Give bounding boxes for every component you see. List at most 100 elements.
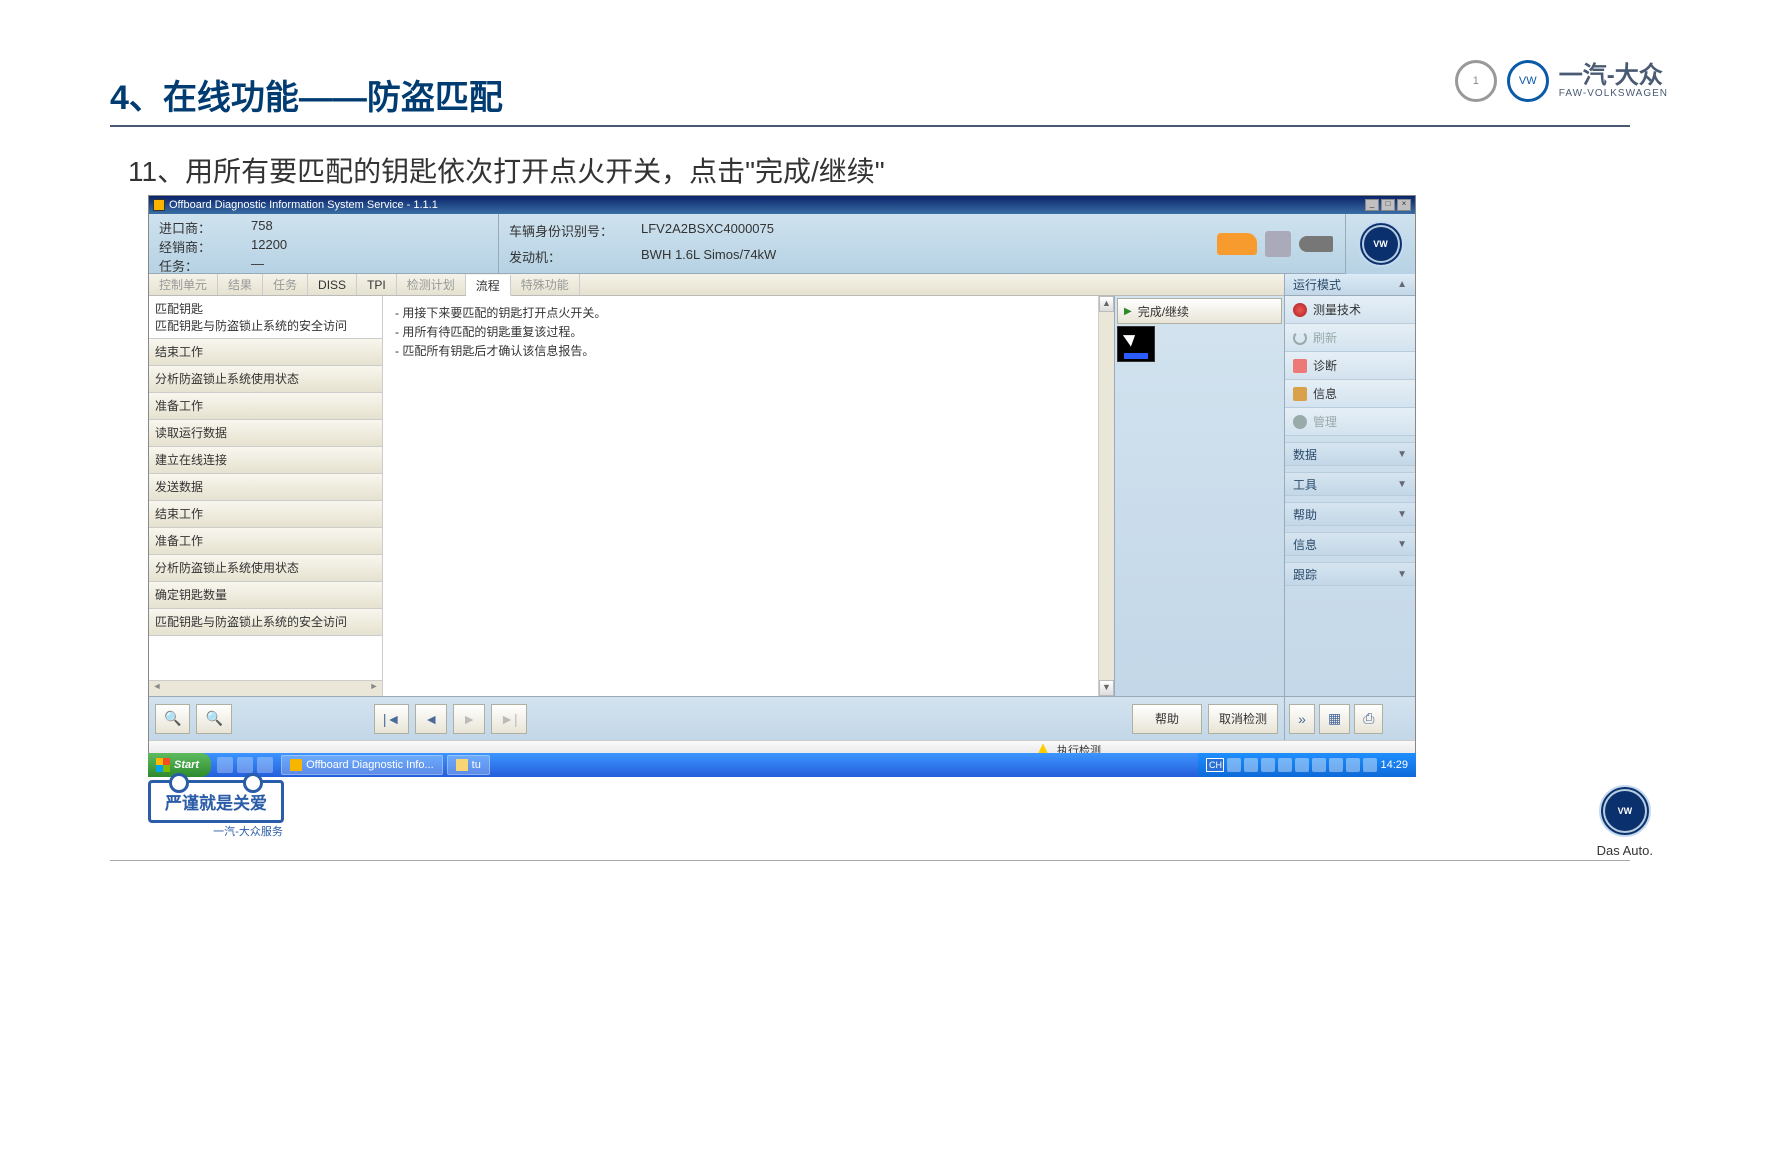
vin-value: LFV2A2BSXC4000075 [641, 221, 774, 240]
ql-icon[interactable] [257, 757, 273, 773]
nav-first-button[interactable]: |◄ [374, 704, 410, 734]
quick-launch[interactable] [217, 757, 273, 773]
importer-value: 758 [251, 218, 273, 237]
mode-diagnosis[interactable]: 诊断 [1285, 352, 1415, 380]
language-indicator[interactable]: CH [1206, 758, 1224, 772]
scroll-down-icon[interactable]: ▼ [1099, 680, 1114, 696]
tab-test-plan[interactable]: 检测计划 [397, 274, 466, 295]
ql-icon[interactable] [217, 757, 233, 773]
windows-taskbar[interactable]: Start Offboard Diagnostic Info... tu CH … [148, 753, 1416, 777]
zoom-in-button[interactable]: 🔍 [196, 704, 231, 734]
chevron-down-icon: ▼ [1397, 479, 1407, 490]
step-item[interactable]: 准备工作 [149, 393, 382, 420]
step-item[interactable]: 匹配钥匙与防盗锁止系统的安全访问 [149, 609, 382, 636]
nav-next-button[interactable]: ► [453, 704, 485, 734]
zoom-out-button[interactable]: 🔍 [155, 704, 190, 734]
step-item[interactable]: 发送数据 [149, 474, 382, 501]
tray-icon[interactable] [1329, 758, 1343, 772]
tab-strip: 控制单元 结果 任务 DISS TPI 检测计划 流程 特殊功能 [149, 274, 1284, 296]
side-panel: 运行模式 ▲ 测量技术 刷新 诊断 信息 管理 数据▼ 工具▼ 帮助▼ 信息▼ … [1285, 274, 1415, 740]
maximize-button[interactable]: □ [1381, 199, 1395, 211]
message-line: - 用所有待匹配的钥匙重复该过程。 [395, 323, 1102, 342]
close-button[interactable]: × [1397, 199, 1411, 211]
window-title: Offboard Diagnostic Information System S… [169, 199, 438, 211]
step-item[interactable]: 读取运行数据 [149, 420, 382, 447]
tab-task[interactable]: 任务 [263, 274, 308, 295]
tray-icon[interactable] [1244, 758, 1258, 772]
steps-column: 匹配钥匙 匹配钥匙与防盗锁止系统的安全访问 结束工作 分析防盗锁止系统使用状态 … [149, 296, 383, 696]
motto-sub: 一汽-大众服务 [148, 823, 348, 839]
mode-measure[interactable]: 测量技术 [1285, 296, 1415, 324]
step-item[interactable]: 分析防盗锁止系统使用状态 [149, 366, 382, 393]
slide-title: 4、在线功能——防盗匹配 [110, 70, 503, 119]
car-icon [1217, 233, 1257, 255]
steps-list[interactable]: 结束工作 分析防盗锁止系统使用状态 准备工作 读取运行数据 建立在线连接 发送数… [149, 339, 382, 680]
tab-control-unit[interactable]: 控制单元 [149, 274, 218, 295]
ql-icon[interactable] [237, 757, 253, 773]
importer-label: 进口商： [159, 218, 239, 237]
tray-icon[interactable] [1312, 758, 1326, 772]
dealer-value: 12200 [251, 237, 287, 256]
footer-vw-logo: VW Das Auto. [1597, 785, 1653, 858]
tab-result[interactable]: 结果 [218, 274, 263, 295]
tab-diss[interactable]: DISS [308, 274, 357, 295]
step-item[interactable]: 准备工作 [149, 528, 382, 555]
step-item[interactable]: 确定钥匙数量 [149, 582, 382, 609]
windows-logo-icon [156, 758, 170, 772]
app-icon [290, 759, 302, 771]
tray-icon[interactable] [1261, 758, 1275, 772]
nav-prev-button[interactable]: ◄ [415, 704, 447, 734]
tray-icon[interactable] [1363, 758, 1377, 772]
tray-icon[interactable] [1278, 758, 1292, 772]
group-data[interactable]: 数据▼ [1285, 442, 1415, 466]
steps-hscroll[interactable]: ◄ ► [149, 680, 382, 696]
window-titlebar[interactable]: Offboard Diagnostic Information System S… [149, 196, 1415, 214]
steps-header: 匹配钥匙 匹配钥匙与防盗锁止系统的安全访问 [149, 296, 382, 339]
print-button[interactable]: ⎙ [1354, 704, 1383, 734]
side-footer: » ▦ ⎙ [1285, 696, 1415, 740]
chevron-down-icon: ▼ [1397, 509, 1407, 520]
message-line: - 用接下来要匹配的钥匙打开点火开关。 [395, 304, 1102, 323]
message-pane: - 用接下来要匹配的钥匙打开点火开关。 - 用所有待匹配的钥匙重复该过程。 - … [383, 296, 1114, 696]
step-item[interactable]: 结束工作 [149, 501, 382, 528]
tray-icon[interactable] [1295, 758, 1309, 772]
system-tray[interactable]: CH 14:29 [1198, 753, 1416, 777]
clock[interactable]: 14:29 [1380, 759, 1408, 771]
chevron-down-icon: ▼ [1397, 539, 1407, 550]
taskbar-app-odis[interactable]: Offboard Diagnostic Info... [281, 755, 443, 775]
brand-en: FAW-VOLKSWAGEN [1559, 88, 1668, 99]
mode-admin[interactable]: 管理 [1285, 408, 1415, 436]
group-tools[interactable]: 工具▼ [1285, 472, 1415, 496]
chevron-down-icon: ▼ [1397, 569, 1407, 580]
tab-special[interactable]: 特殊功能 [511, 274, 580, 295]
group-info[interactable]: 信息▼ [1285, 532, 1415, 556]
taskbar-app-folder[interactable]: tu [447, 755, 490, 775]
play-icon: ▶ [1124, 306, 1132, 317]
nav-last-button[interactable]: ►| [491, 704, 527, 734]
cancel-test-button[interactable]: 取消检测 [1208, 704, 1278, 734]
tray-icon[interactable] [1227, 758, 1241, 772]
mode-info[interactable]: 信息 [1285, 380, 1415, 408]
minimize-button[interactable]: _ [1365, 199, 1379, 211]
scroll-up-icon[interactable]: ▲ [1099, 296, 1114, 312]
tab-process[interactable]: 流程 [466, 275, 511, 296]
expand-button[interactable]: » [1289, 704, 1315, 734]
mode-refresh[interactable]: 刷新 [1285, 324, 1415, 352]
mode-header[interactable]: 运行模式 ▲ [1285, 274, 1415, 296]
step-item[interactable]: 结束工作 [149, 339, 382, 366]
title-rule [110, 125, 1630, 127]
vehicle-info-panel: 进口商：758 经销商：12200 任务：— 车辆身份识别号：LFV2A2BSX… [149, 214, 1345, 274]
tab-tpi[interactable]: TPI [357, 274, 397, 295]
done-continue-button[interactable]: ▶ 完成/继续 [1117, 298, 1282, 324]
message-line: - 匹配所有钥匙后才确认该信息报告。 [395, 342, 1102, 361]
group-help[interactable]: 帮助▼ [1285, 502, 1415, 526]
server-icon [1265, 231, 1291, 257]
diag-icon [1293, 359, 1307, 373]
group-trace[interactable]: 跟踪▼ [1285, 562, 1415, 586]
grid-button[interactable]: ▦ [1319, 704, 1350, 734]
step-item[interactable]: 建立在线连接 [149, 447, 382, 474]
help-button[interactable]: 帮助 [1132, 704, 1202, 734]
step-item[interactable]: 分析防盗锁止系统使用状态 [149, 555, 382, 582]
message-vscroll[interactable]: ▲ ▼ [1098, 296, 1114, 696]
tray-icon[interactable] [1346, 758, 1360, 772]
